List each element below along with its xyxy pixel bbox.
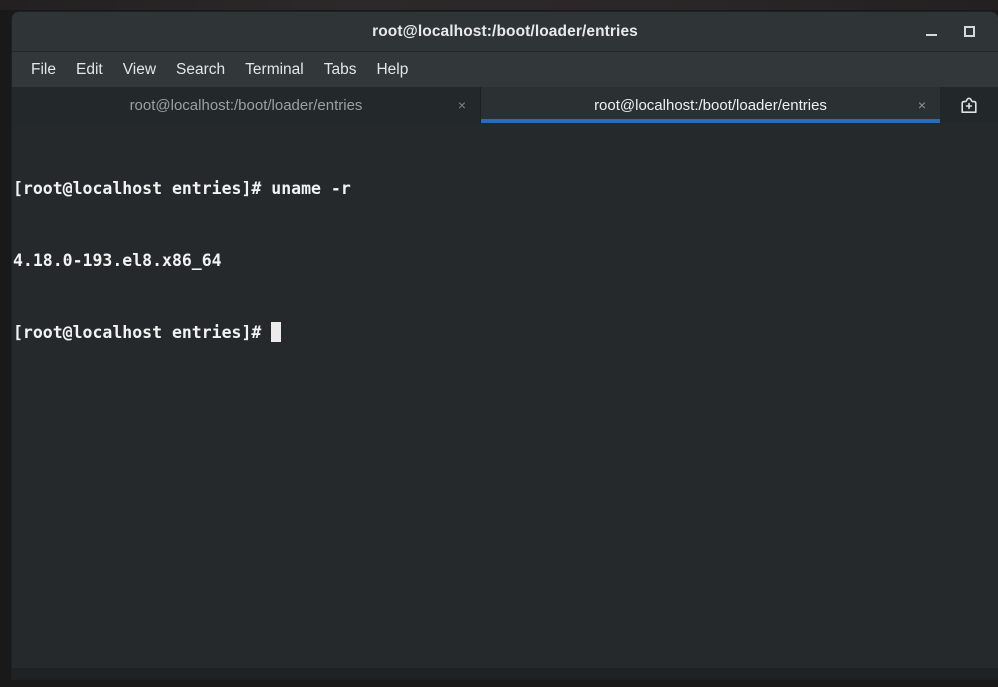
close-icon[interactable]: × — [918, 98, 926, 112]
terminal-line: [root@localhost entries]# uname -r — [13, 179, 351, 198]
tab-label: root@localhost:/boot/loader/entries — [594, 96, 827, 114]
window-bottom-edge — [12, 668, 998, 679]
terminal-prompt: [root@localhost entries]# — [13, 323, 272, 342]
terminal-tab-2[interactable]: root@localhost:/boot/loader/entries × — [481, 87, 940, 123]
menu-item-edit[interactable]: Edit — [66, 58, 113, 82]
terminal-body[interactable]: [root@localhost entries]# uname -r 4.18.… — [12, 123, 998, 679]
new-tab-button[interactable] — [940, 87, 998, 123]
menu-item-tabs[interactable]: Tabs — [314, 58, 367, 82]
maximize-button[interactable] — [952, 12, 986, 51]
close-icon[interactable]: × — [458, 98, 466, 112]
tab-label: root@localhost:/boot/loader/entries — [129, 96, 363, 114]
tabbar: root@localhost:/boot/loader/entries × ro… — [12, 87, 998, 123]
menu-item-terminal[interactable]: Terminal — [235, 58, 314, 82]
maximize-icon — [963, 26, 975, 37]
menubar: File Edit View Search Terminal Tabs Help — [12, 52, 998, 87]
desktop-top-strip — [0, 0, 998, 10]
menu-item-search[interactable]: Search — [166, 58, 235, 82]
menu-item-help[interactable]: Help — [366, 58, 418, 82]
terminal-line-with-cursor: [root@localhost entries]# — [13, 321, 998, 345]
terminal-tab-1[interactable]: root@localhost:/boot/loader/entries × — [12, 87, 481, 123]
terminal-window: root@localhost:/boot/loader/entries File… — [12, 12, 998, 679]
new-tab-icon — [961, 97, 977, 113]
minimize-icon — [925, 34, 937, 36]
minimize-button[interactable] — [914, 12, 948, 51]
window-titlebar[interactable]: root@localhost:/boot/loader/entries — [12, 12, 998, 52]
menu-item-view[interactable]: View — [113, 58, 166, 82]
text-cursor — [271, 322, 282, 342]
desktop-backdrop: root@localhost:/boot/loader/entries File… — [0, 0, 998, 687]
terminal-line: 4.18.0-193.el8.x86_64 — [13, 251, 222, 270]
menu-item-file[interactable]: File — [21, 58, 66, 82]
window-title: root@localhost:/boot/loader/entries — [372, 23, 638, 40]
terminal-screen: [root@localhost entries]# uname -r 4.18.… — [13, 129, 998, 393]
